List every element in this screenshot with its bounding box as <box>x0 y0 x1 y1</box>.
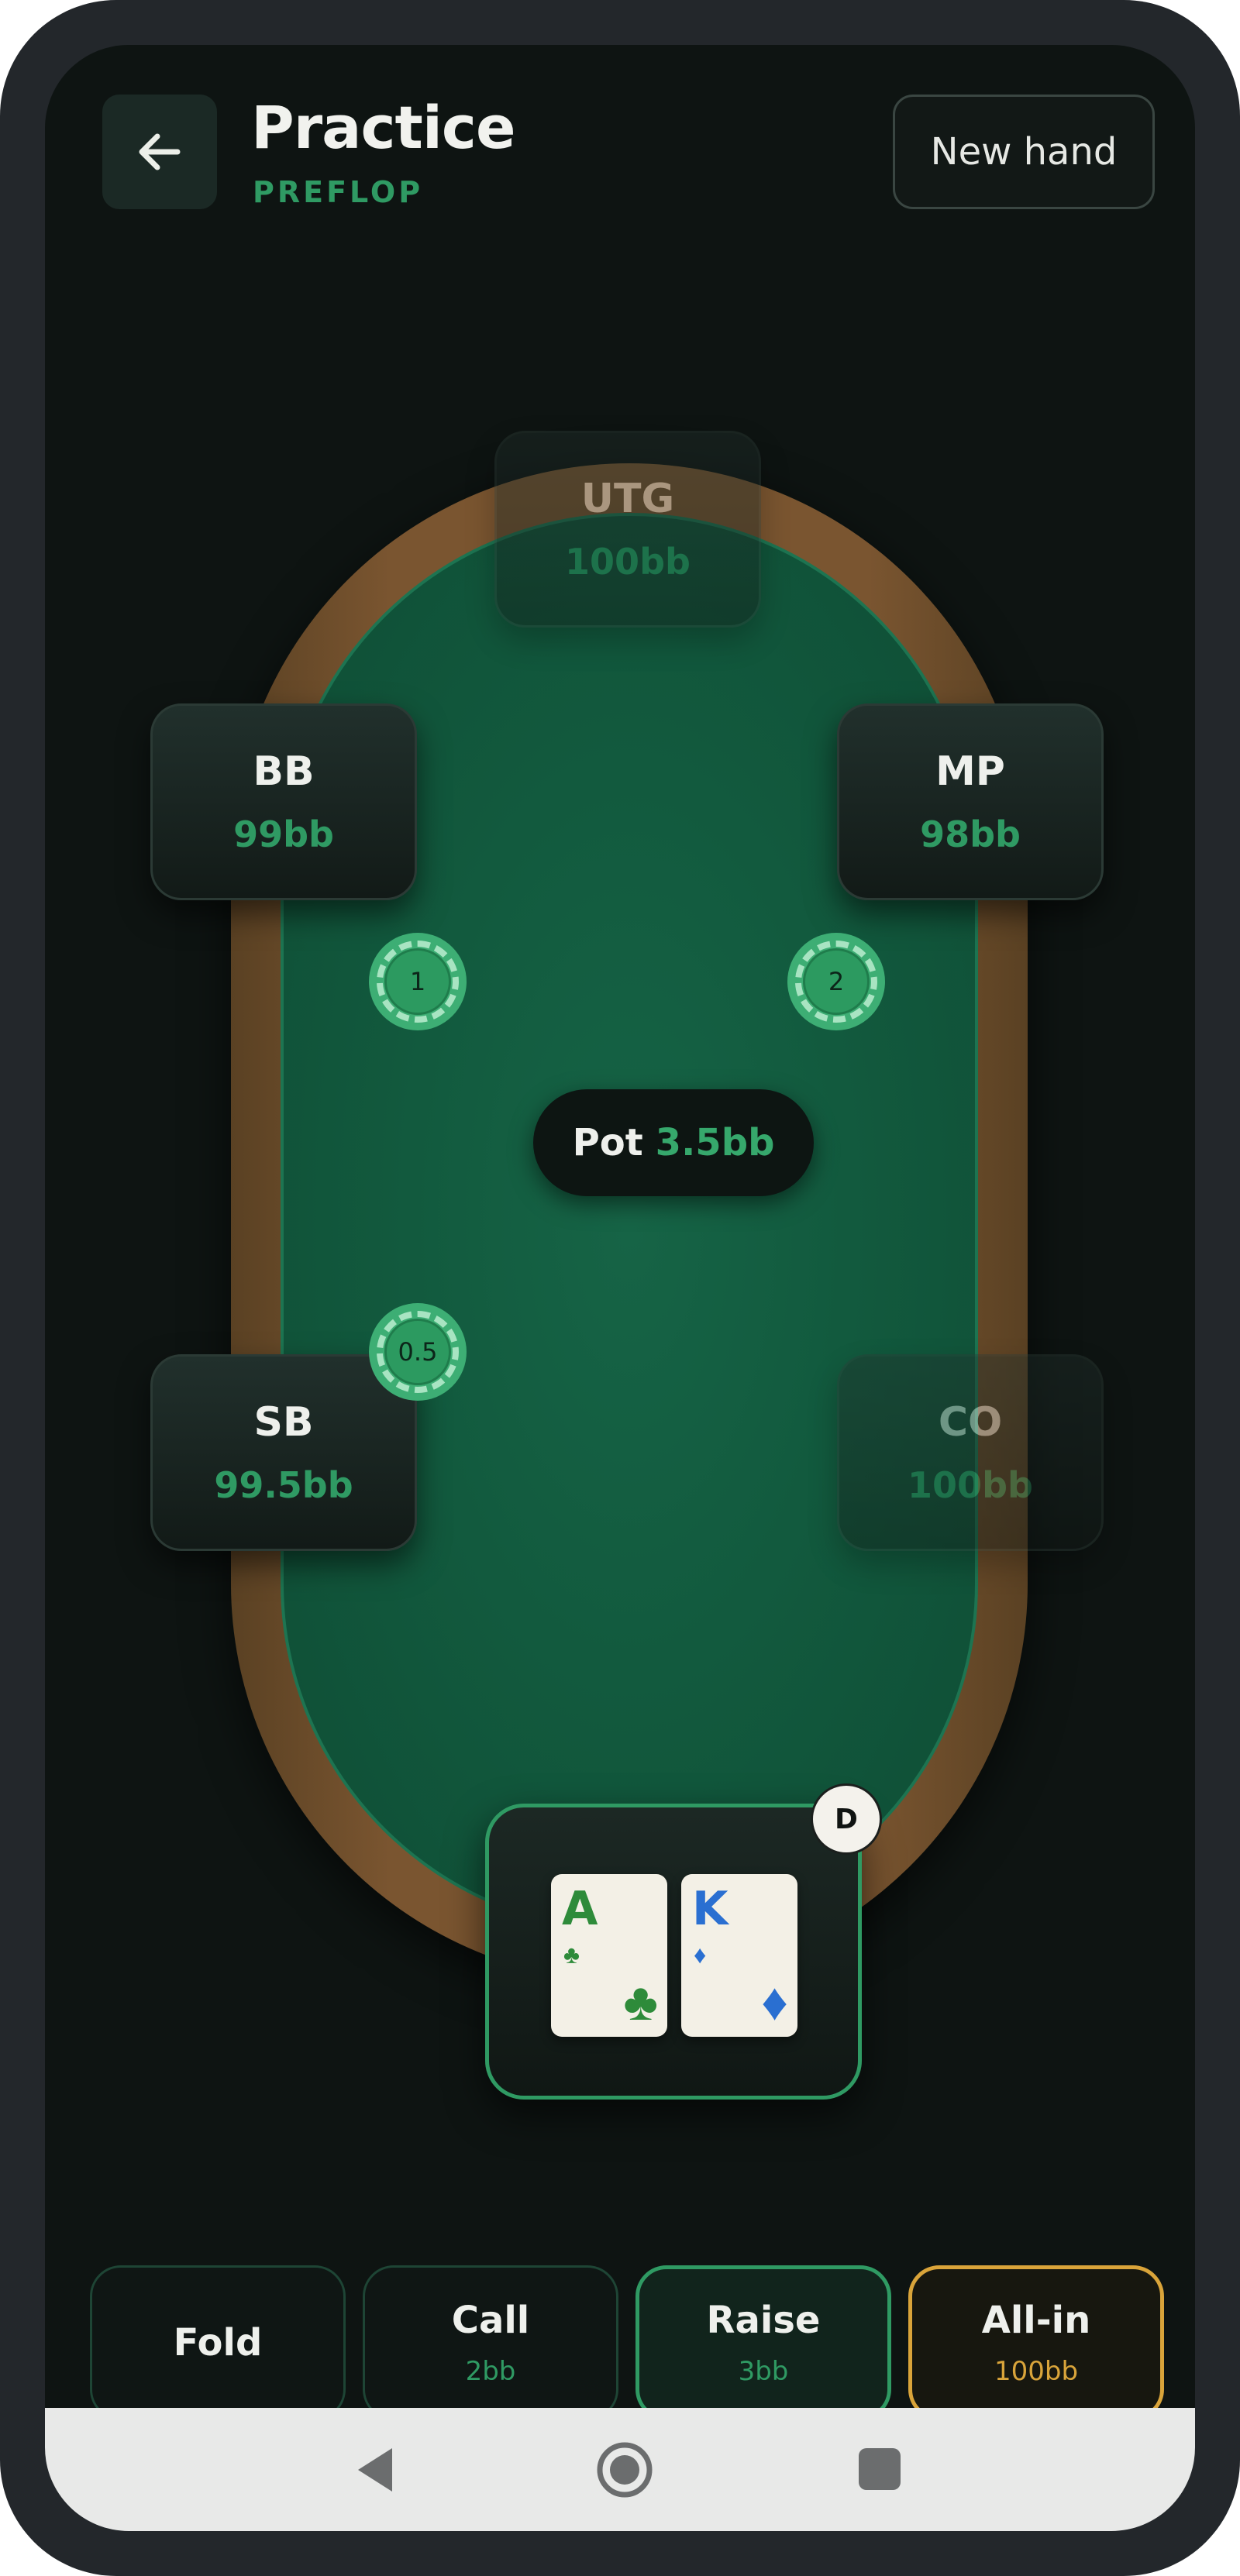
diamond-suit-icon: ♦ <box>761 1972 788 2031</box>
pot-label: Pot <box>572 1121 643 1164</box>
seat-bb[interactable]: BB 99bb <box>150 703 417 900</box>
raise-button[interactable]: Raise 3bb <box>636 2265 891 2420</box>
seat-stack: 100bb <box>565 541 691 583</box>
seat-mp[interactable]: MP 98bb <box>837 703 1104 900</box>
back-button[interactable] <box>102 95 217 209</box>
seat-utg[interactable]: UTG 100bb <box>494 431 761 628</box>
pot-value: 3.5bb <box>655 1121 775 1164</box>
bet-amount: 1 <box>384 948 451 1015</box>
nav-back-icon[interactable] <box>352 2445 398 2495</box>
seat-name: MP <box>935 748 1005 795</box>
seat-sb[interactable]: SB 99.5bb <box>150 1354 417 1551</box>
bet-chip-bb: 1 <box>369 933 467 1030</box>
bet-amount: 2 <box>803 948 870 1015</box>
page-title: Practice <box>251 93 515 162</box>
hole-card-2: K ♦ ♦ <box>681 1874 797 2037</box>
action-label: Call <box>451 2299 530 2342</box>
app-screen: Practice PREFLOP New hand UTG 100bb BB 9… <box>45 45 1195 2531</box>
action-amount: 100bb <box>994 2356 1079 2387</box>
pot-display: Pot 3.5bb <box>533 1089 814 1196</box>
fold-button[interactable]: Fold <box>90 2265 346 2420</box>
seat-stack: 99bb <box>233 813 334 855</box>
nav-recent-icon[interactable] <box>859 2448 901 2490</box>
action-label: All-in <box>981 2299 1091 2342</box>
seat-name: CO <box>938 1399 1003 1446</box>
action-label: Fold <box>173 2321 263 2364</box>
call-button[interactable]: Call 2bb <box>363 2265 618 2420</box>
hero-seat: A ♣ ♣ K ♦ ♦ <box>485 1804 862 2100</box>
nav-home-icon[interactable] <box>595 2440 654 2499</box>
new-hand-button[interactable]: New hand <box>893 95 1155 209</box>
seat-name: BB <box>253 748 315 795</box>
card-rank: A <box>562 1882 598 1936</box>
seat-stack: 100bb <box>908 1464 1033 1506</box>
action-amount: 2bb <box>465 2356 516 2387</box>
seat-co[interactable]: CO 100bb <box>837 1354 1104 1551</box>
action-label: Raise <box>706 2299 821 2342</box>
seat-stack: 98bb <box>920 813 1021 855</box>
street-label: PREFLOP <box>253 175 424 209</box>
seat-name: SB <box>253 1399 314 1446</box>
action-amount: 3bb <box>738 2356 789 2387</box>
bet-chip-mp: 2 <box>787 933 885 1030</box>
dealer-button: D <box>811 1783 882 1855</box>
bet-amount: 0.5 <box>384 1319 451 1385</box>
seat-name: UTG <box>580 476 675 522</box>
club-suit-icon: ♣ <box>623 1972 658 2031</box>
arrow-left-icon <box>139 133 181 170</box>
club-suit-icon: ♣ <box>563 1941 580 1969</box>
diamond-suit-icon: ♦ <box>694 1941 707 1969</box>
phone-frame: Practice PREFLOP New hand UTG 100bb BB 9… <box>0 0 1240 2576</box>
card-rank: K <box>692 1882 728 1936</box>
all-in-button[interactable]: All-in 100bb <box>908 2265 1164 2420</box>
seat-stack: 99.5bb <box>214 1464 353 1506</box>
hole-card-1: A ♣ ♣ <box>551 1874 667 2037</box>
bet-chip-sb: 0.5 <box>369 1303 467 1401</box>
system-nav-bar <box>45 2408 1195 2531</box>
